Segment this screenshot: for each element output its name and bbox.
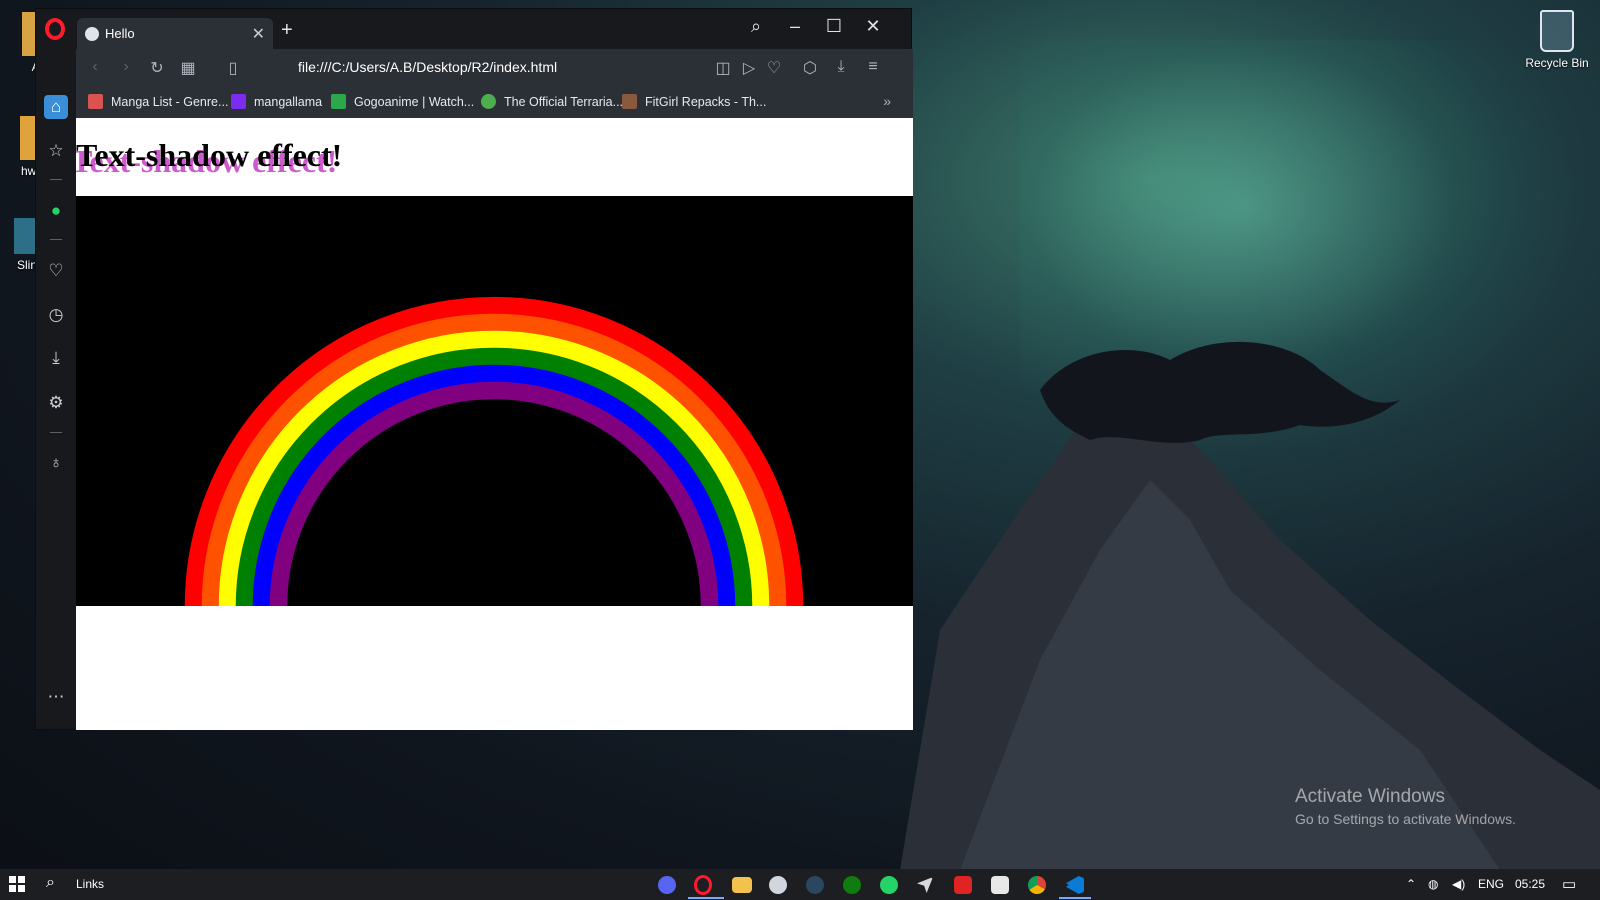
page-info-icon[interactable]: ▯ — [222, 58, 244, 78]
wallpaper-aurora — [1020, 40, 1580, 460]
search-icon[interactable]: ⌕ — [46, 874, 55, 892]
history-icon[interactable]: ◷ — [44, 303, 68, 327]
extensions-icon[interactable]: ⬡ — [799, 58, 821, 78]
easy-setup-icon[interactable]: ≡ — [862, 58, 884, 76]
notifications-icon[interactable]: ▭ — [1562, 875, 1576, 893]
bookmark-label: The Official Terraria... — [504, 94, 624, 109]
send-icon[interactable]: ▷ — [738, 58, 760, 78]
activate-windows-watermark: Activate Windows Go to Settings to activ… — [1295, 786, 1516, 827]
bookmark-favicon-icon — [622, 94, 637, 109]
forward-icon[interactable]: › — [115, 58, 137, 76]
red-app-icon[interactable] — [954, 876, 972, 894]
show-hidden-icons[interactable]: ⌃ — [1406, 877, 1416, 891]
store-icon[interactable] — [991, 876, 1009, 894]
reload-icon[interactable]: ↻ — [146, 58, 168, 78]
heart-bookmark-icon[interactable]: ♡ — [763, 58, 785, 78]
sidebar: ⌂ ☆ ● ♡ ◷ ⤓ ⚙ ♁ ⋯ — [36, 49, 76, 729]
file-explorer-icon[interactable] — [732, 877, 752, 893]
opera-logo-icon[interactable] — [45, 18, 65, 40]
star-icon[interactable]: ☆ — [44, 139, 68, 163]
watermark-subtitle: Go to Settings to activate Windows. — [1295, 811, 1516, 827]
browser-window: Hello ✕ + ⌕ – ☐ ✕ ⌂ ☆ ● ♡ ◷ ⤓ ⚙ ♁ ⋯ ‹ › … — [35, 8, 913, 730]
download-toolbar-icon[interactable]: ⤓ — [830, 58, 852, 76]
home-icon[interactable]: ⌂ — [44, 95, 68, 119]
recycle-bin[interactable]: Recycle Bin — [1518, 10, 1596, 70]
bookmark-favicon-icon — [481, 94, 496, 109]
page-content: Text-shadow effect! Text-shadow effect! — [76, 118, 913, 730]
new-tab-button[interactable]: + — [281, 19, 293, 42]
bookmark-label: FitGirl Repacks - Th... — [645, 94, 767, 109]
vscode-icon[interactable] — [1066, 876, 1084, 894]
more-bookmarks-icon[interactable]: » — [883, 93, 891, 109]
recycle-bin-icon — [1540, 10, 1574, 52]
active-app-indicator — [688, 897, 724, 899]
network-icon[interactable]: ◍ — [1428, 877, 1438, 891]
desktop-icon-label: Slin — [16, 258, 37, 272]
language-indicator[interactable]: ENG — [1478, 877, 1504, 891]
speed-dial-icon[interactable]: ▦ — [177, 58, 199, 78]
clock[interactable]: 05:25 — [1515, 877, 1545, 891]
sidebar-divider — [50, 179, 62, 180]
bookmark-favicon-icon — [331, 94, 346, 109]
sidebar-divider — [50, 432, 62, 433]
page-heading: Text-shadow effect! — [76, 137, 343, 173]
xbox-icon[interactable] — [843, 876, 861, 894]
bookmark-item[interactable]: mangallama — [231, 94, 322, 109]
address-bar[interactable]: file:///C:/Users/A.B/Desktop/R2/index.ht… — [298, 59, 557, 75]
vscode-active-indicator — [1059, 897, 1091, 899]
bookmark-item[interactable]: Gogoanime | Watch... — [331, 94, 474, 109]
bookmarks-bar: Manga List - Genre... mangallama Gogoani… — [76, 87, 913, 118]
bookmark-item[interactable]: Manga List - Genre... — [88, 94, 228, 109]
bookmark-favicon-icon — [88, 94, 103, 109]
navigation-toolbar: ‹ › ↻ ▦ ▯ file:///C:/Users/A.B/Desktop/R… — [76, 49, 913, 87]
rainbow-box — [76, 196, 913, 606]
windows-start-icon[interactable] — [9, 876, 25, 892]
sidebar-divider — [50, 239, 62, 240]
bookmark-item[interactable]: The Official Terraria... — [481, 94, 623, 109]
minimize-button[interactable]: – — [780, 16, 810, 37]
opera-icon[interactable] — [694, 875, 712, 895]
chrome-icon[interactable] — [1028, 876, 1046, 894]
whatsapp-icon[interactable]: ● — [44, 199, 68, 223]
volume-icon[interactable]: ◀) — [1452, 877, 1465, 891]
heading-block: Text-shadow effect! Text-shadow effect! — [76, 137, 913, 179]
close-window-button[interactable]: ✕ — [858, 16, 888, 37]
game-launcher-icon[interactable] — [769, 876, 787, 894]
tab-title: Hello — [105, 26, 135, 41]
plane-app-icon[interactable] — [917, 877, 933, 893]
camera-icon[interactable]: ◫ — [712, 58, 734, 78]
download-icon[interactable]: ⤓ — [44, 346, 68, 370]
lightbulb-icon[interactable]: ♁ — [44, 451, 68, 475]
taskbar: ⌕ Links ⌃ ◍ ◀) ENG 05:25 ▭ — [0, 869, 1600, 900]
discord-icon[interactable] — [658, 876, 676, 894]
steam-icon[interactable] — [806, 876, 824, 894]
bookmark-favicon-icon — [231, 94, 246, 109]
settings-icon[interactable]: ⚙ — [44, 391, 68, 415]
watermark-title: Activate Windows — [1295, 786, 1445, 807]
close-tab-icon[interactable]: ✕ — [252, 24, 265, 44]
title-bar: Hello ✕ + ⌕ – ☐ ✕ — [36, 9, 911, 49]
more-icon[interactable]: ⋯ — [44, 685, 68, 709]
bookmark-label: mangallama — [254, 94, 323, 109]
recycle-bin-label: Recycle Bin — [1525, 56, 1589, 70]
rainbow-graphic — [184, 296, 804, 606]
tab-hello[interactable]: Hello ✕ — [77, 18, 273, 49]
bookmark-label: Manga List - Genre... — [111, 94, 229, 109]
search-tabs-icon[interactable]: ⌕ — [741, 16, 771, 37]
bookmark-label: Gogoanime | Watch... — [354, 94, 475, 109]
maximize-button[interactable]: ☐ — [819, 16, 849, 37]
back-icon[interactable]: ‹ — [84, 58, 106, 76]
links-toolbar[interactable]: Links — [76, 877, 104, 891]
globe-icon — [85, 26, 99, 41]
whatsapp-taskbar-icon[interactable] — [880, 876, 898, 894]
heart-icon[interactable]: ♡ — [44, 259, 68, 283]
bookmark-item[interactable]: FitGirl Repacks - Th... — [622, 94, 766, 109]
